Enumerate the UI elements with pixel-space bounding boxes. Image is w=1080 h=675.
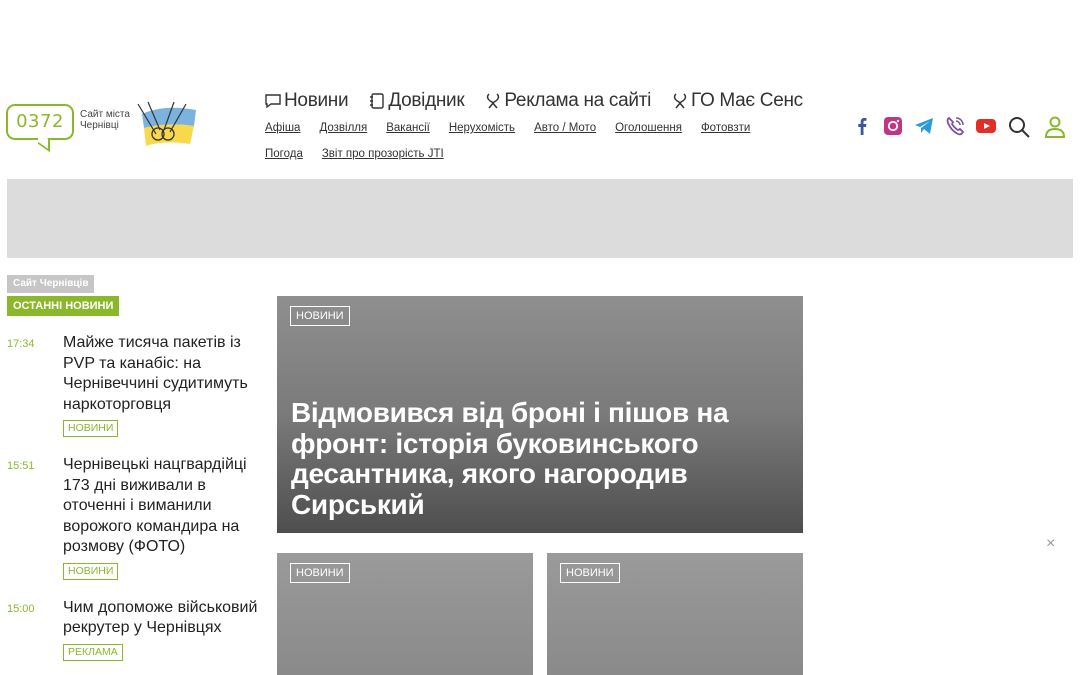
site-section-label[interactable]: Сайт Чернівців [7, 275, 95, 293]
site-logo[interactable]: 0372 Сайт міста Чернівці [6, 100, 196, 155]
subnav-afisha[interactable]: Афіша [265, 121, 300, 136]
ukraine-hands-icon [137, 101, 196, 146]
news-time: 15:51 [7, 460, 35, 472]
subnav-real-estate[interactable]: Нерухомість [449, 121, 515, 136]
nav-directory-label: Довідник [388, 90, 465, 111]
subnav-ads[interactable]: Оголошення [615, 121, 682, 136]
subnav-vacancies[interactable]: Вакансії [386, 121, 430, 136]
logo-number: 0372 [6, 104, 74, 140]
featured-card-small[interactable]: НОВИНИ [277, 553, 533, 675]
latest-news-label[interactable]: ОСТАННІ НОВИНИ [7, 296, 120, 316]
social-links [851, 115, 997, 137]
nav-directory[interactable]: Довідник [368, 90, 465, 112]
ad-banner[interactable] [7, 179, 1073, 258]
featured-title[interactable]: Відмовився від броні і пішов на фронт: і… [291, 397, 761, 520]
nav-advertising[interactable]: Реклама на сайті [484, 90, 651, 112]
featured-category-tag[interactable]: НОВИНИ [560, 563, 620, 583]
featured-card-small[interactable]: НОВИНИ [547, 553, 803, 675]
news-category-tag[interactable]: РЕКЛАМА [63, 643, 123, 661]
news-item[interactable]: 15:51 Чернівецькі нацгвардійці 173 дні в… [7, 455, 265, 580]
latest-news-list: 17:34 Майже тисяча пакетів із PVP та кан… [7, 333, 265, 675]
notebook-icon [370, 93, 385, 109]
nav-news[interactable]: Новини [264, 90, 349, 112]
nav-advertising-label: Реклама на сайті [504, 90, 652, 111]
news-item[interactable]: 17:34 Майже тисяча пакетів із PVP та кан… [7, 333, 265, 437]
chat-bubble-icon [265, 94, 281, 109]
featured-card-main[interactable]: НОВИНИ Відмовився від броні і пішов на ф… [277, 296, 803, 533]
viber-icon[interactable] [944, 115, 966, 137]
nav-ngo-label: ГО Має Сенс [691, 90, 803, 111]
close-ad-button[interactable]: × [1046, 535, 1055, 553]
nav-ngo[interactable]: ГО Має Сенс [671, 90, 803, 112]
subnav-photos[interactable]: Фотовзти [701, 121, 750, 136]
ribbon-icon [673, 93, 687, 109]
user-icon[interactable] [1043, 115, 1067, 139]
sub-navigation: Афіша Дозвілля Вакансії Нерухомість Авто… [265, 121, 785, 162]
ribbon-icon [487, 93, 500, 109]
news-title[interactable]: Майже тисяча пакетів із PVP та канабіс: … [63, 333, 263, 415]
news-time: 17:34 [7, 338, 35, 350]
search-icon[interactable] [1007, 115, 1031, 139]
news-time: 15:00 [7, 602, 35, 615]
news-item[interactable]: 15:00 Чим допоможе військовий рекрутер у… [7, 598, 265, 661]
youtube-icon[interactable] [975, 115, 997, 137]
subnav-weather[interactable]: Погода [265, 147, 303, 162]
news-title[interactable]: Чим допоможе військовий рекрутер у Черні… [63, 598, 263, 639]
instagram-icon[interactable] [882, 115, 904, 137]
featured-category-tag[interactable]: НОВИНИ [290, 306, 350, 326]
main-navigation: Новини Довідник Реклама на сайті ГО Має … [264, 90, 803, 112]
featured-category-tag[interactable]: НОВИНИ [290, 563, 350, 583]
news-title[interactable]: Чернівецькі нацгвардійці 173 дні виживал… [63, 455, 263, 558]
subnav-auto[interactable]: Авто / Мото [534, 121, 596, 136]
nav-news-label: Новини [284, 90, 349, 111]
news-category-tag[interactable]: НОВИНИ [63, 420, 119, 437]
news-category-tag[interactable]: НОВИНИ [63, 562, 119, 580]
subnav-jti-report[interactable]: Звіт про прозорість JTI [322, 147, 444, 162]
telegram-icon[interactable] [913, 115, 935, 137]
header-tools [1007, 115, 1067, 139]
facebook-icon[interactable] [851, 115, 873, 137]
subnav-leisure[interactable]: Дозвілля [319, 121, 367, 136]
